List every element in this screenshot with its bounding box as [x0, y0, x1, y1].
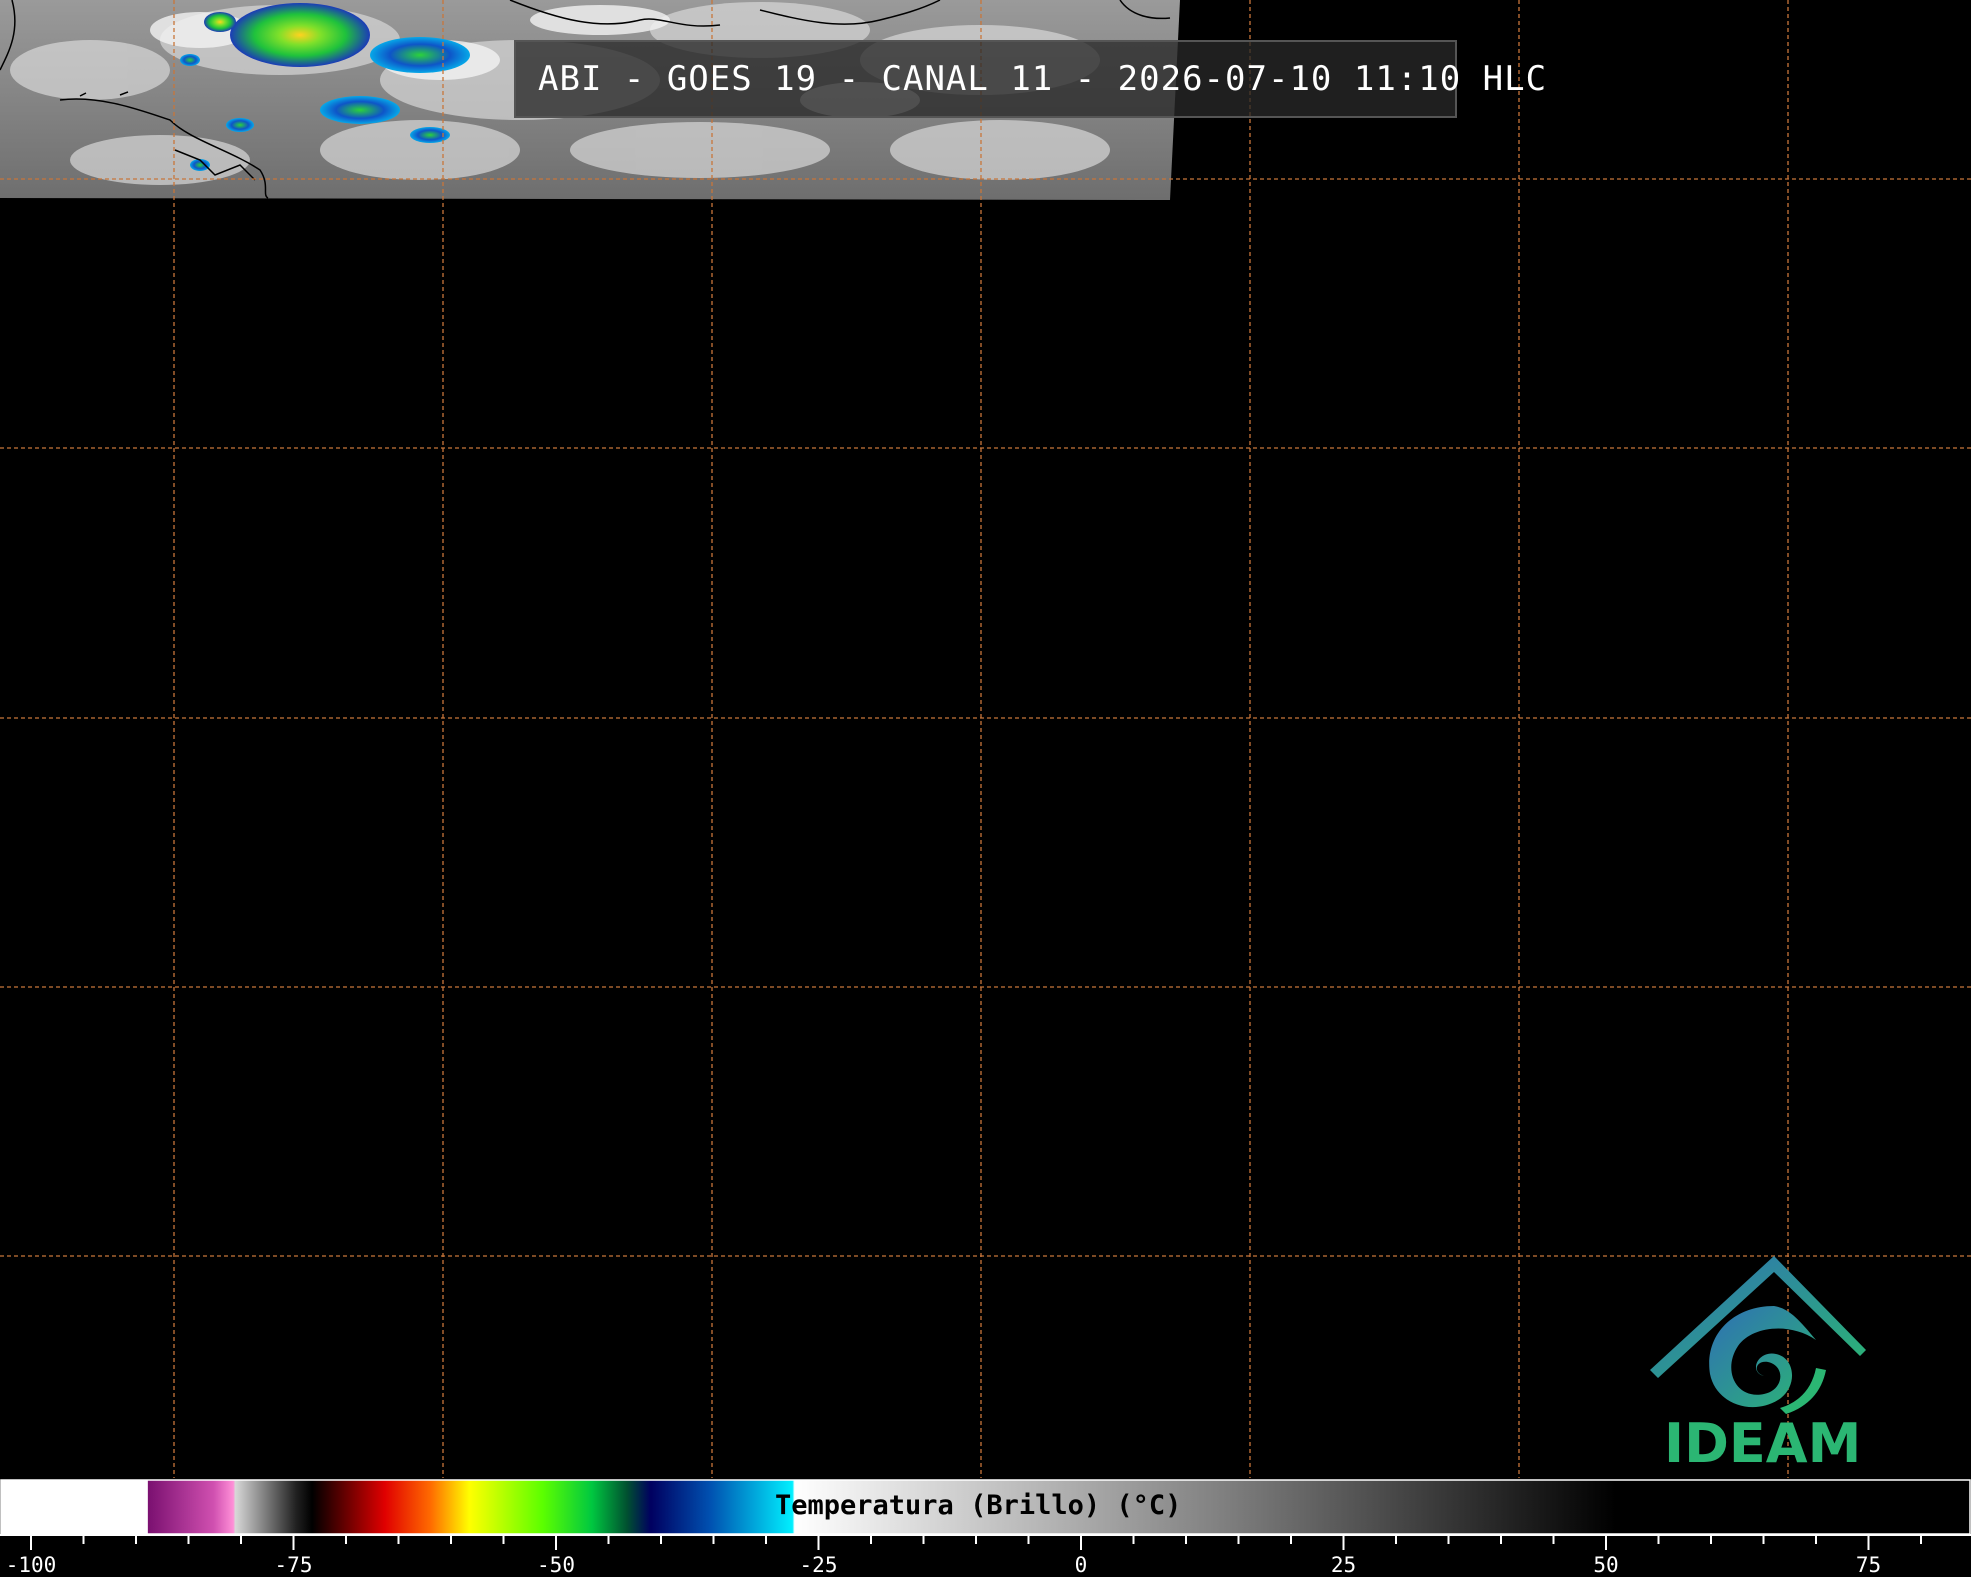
colorbar-tick-label: -100	[5, 1553, 57, 1577]
colorbar-tick-label: 25	[1330, 1553, 1357, 1577]
colorbar-tick-label: 0	[1074, 1553, 1088, 1577]
colorbar-label: Temperatura (Brillo) (°C)	[775, 1490, 1182, 1521]
colorbar-tick-label: 50	[1593, 1553, 1619, 1577]
logo-text: IDEAM	[1664, 1412, 1862, 1475]
colorbar-tick-label: 75	[1855, 1553, 1882, 1577]
colorbar-tick-label: -50	[537, 1553, 575, 1577]
colorbar-tick-label: -25	[799, 1553, 838, 1577]
title-box: ABI - GOES 19 - CANAL 11 - 2026-07-10 11…	[514, 40, 1546, 118]
colorbar-tick-label: -75	[274, 1553, 313, 1577]
map-title: ABI - GOES 19 - CANAL 11 - 2026-07-10 11…	[538, 59, 1548, 99]
